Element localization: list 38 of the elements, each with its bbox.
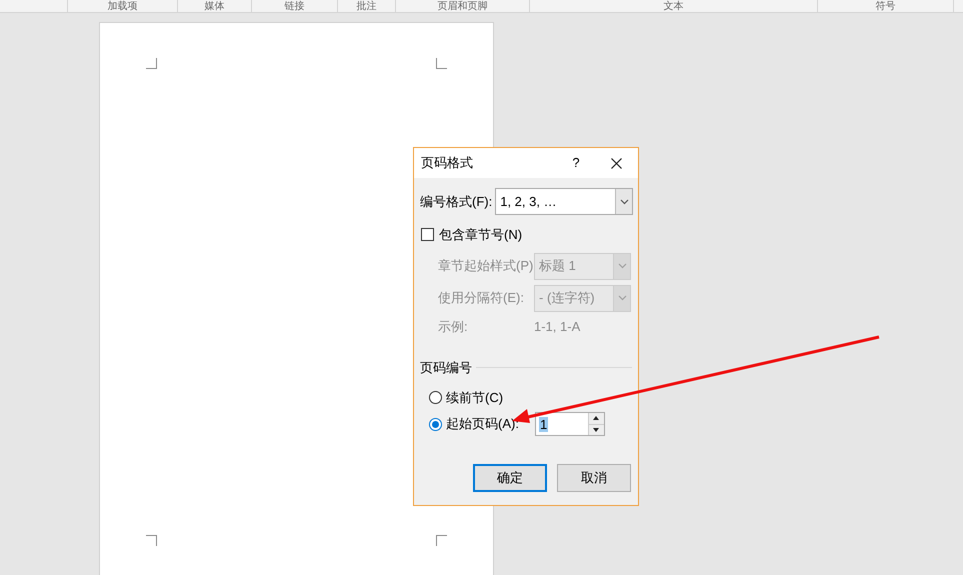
ribbon-group-label: 页眉和页脚 <box>438 0 488 12</box>
ribbon-group-label: 批注 <box>356 0 376 12</box>
cancel-button[interactable]: 取消 <box>557 464 631 492</box>
ribbon-group-label: 加载项 <box>108 0 138 12</box>
ok-button[interactable]: 确定 <box>473 464 547 492</box>
dropdown-caret-icon <box>620 198 629 204</box>
dropdown-caret-icon <box>618 263 626 269</box>
radio-label: 起始页码(A): <box>446 415 519 434</box>
spin-up-button[interactable] <box>588 413 604 424</box>
ribbon-group-label: 链接 <box>284 0 304 12</box>
include-chapter-label: 包含章节号(N) <box>439 226 522 244</box>
spin-down-button[interactable] <box>588 424 604 435</box>
radio-button[interactable] <box>429 418 442 430</box>
help-button[interactable]: ? <box>558 148 594 178</box>
separator-label: 使用分隔符(E): <box>438 289 525 308</box>
number-format-label: 编号格式(F): <box>420 192 492 211</box>
radio-label: 续前节(C) <box>446 388 504 407</box>
up-triangle-icon <box>593 416 600 420</box>
crop-mark <box>146 535 157 546</box>
spinbox-value: 1 <box>538 416 548 432</box>
crop-mark <box>436 58 447 69</box>
checkbox[interactable] <box>421 228 434 242</box>
crop-mark <box>436 535 447 546</box>
ribbon-group-label: 符号 <box>876 0 896 12</box>
section-heading: 页码编号 <box>420 359 472 377</box>
dropdown-caret-icon <box>618 295 626 301</box>
chapter-style-label: 章节起始样式(P) <box>438 257 534 276</box>
number-format-dropdown[interactable]: 1, 2, 3, … <box>495 188 634 215</box>
dialog-title: 页码格式 <box>421 154 474 172</box>
example-value: 1-1, 1-A <box>534 318 580 336</box>
down-triangle-icon <box>593 428 600 432</box>
crop-mark <box>146 58 157 69</box>
start-page-spinbox[interactable]: 1 <box>534 412 605 436</box>
radio-button[interactable] <box>429 390 442 404</box>
ribbon-group-label: 媒体 <box>204 0 224 12</box>
close-icon <box>610 158 622 168</box>
example-label: 示例: <box>438 318 469 336</box>
ribbon-group-label: 文本 <box>664 0 684 12</box>
